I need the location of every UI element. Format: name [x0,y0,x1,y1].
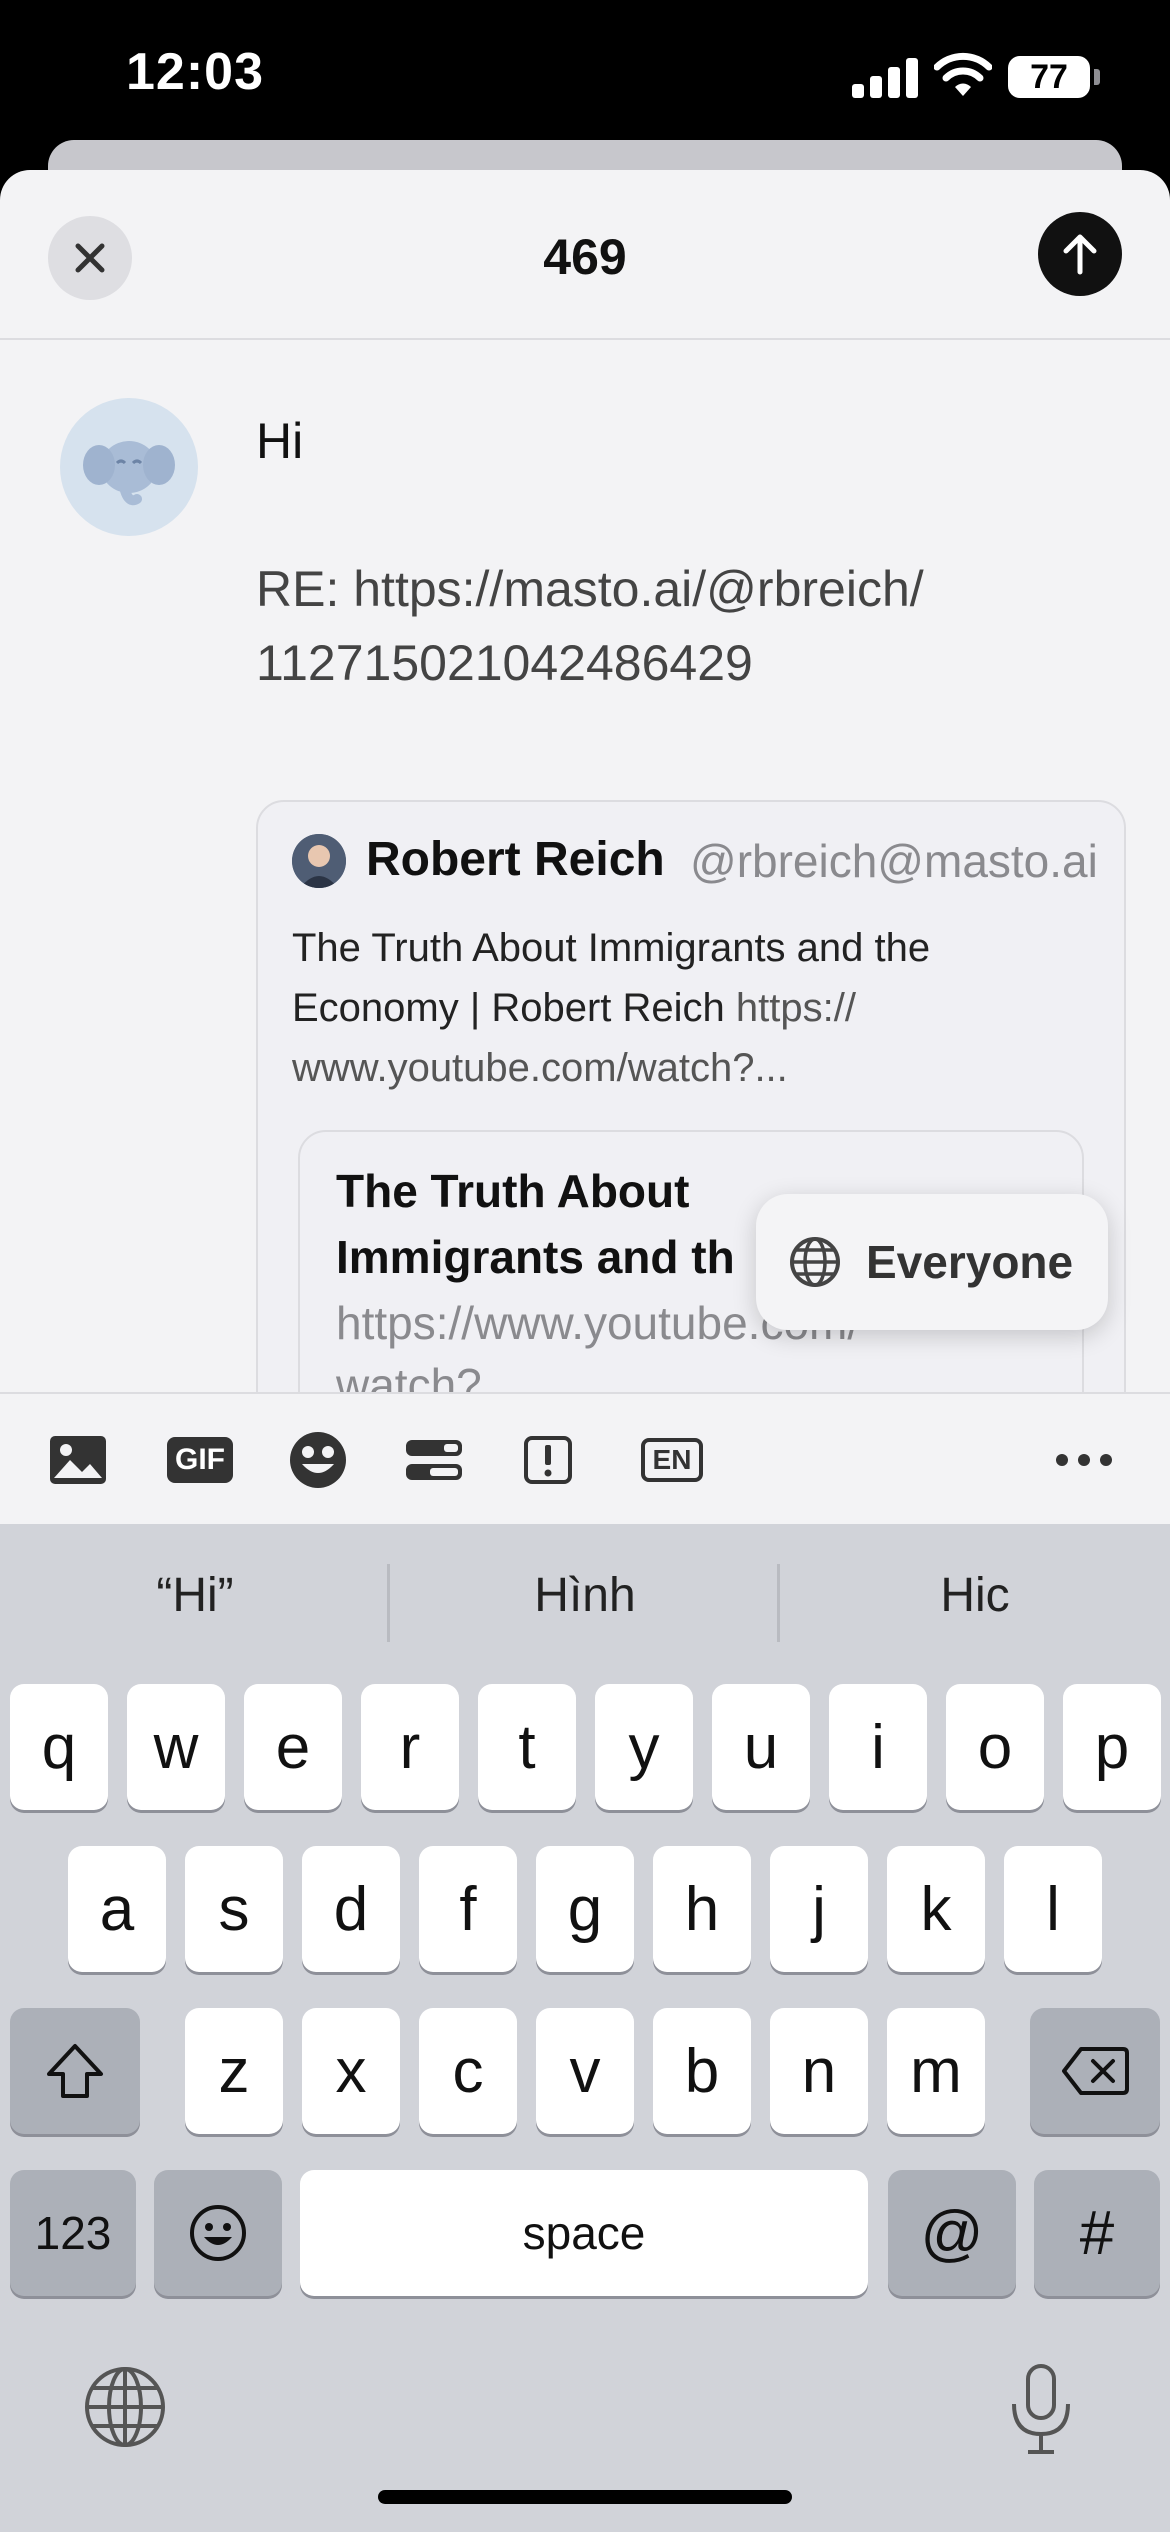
numbers-key[interactable]: 123 [10,2170,136,2296]
key-q[interactable]: q [10,1684,108,1810]
delete-key[interactable] [1030,2008,1160,2134]
key-z[interactable]: z [185,2008,283,2134]
at-key[interactable]: @ [888,2170,1016,2296]
add-media-button[interactable] [44,1428,112,1492]
compose-toolbar: GIF EN [0,1392,1170,1524]
character-count: 469 [543,229,627,285]
compose-line-greeting: Hi [256,413,304,469]
key-w[interactable]: w [127,1684,225,1810]
suggestion-item[interactable]: “Hi” [0,1568,390,1623]
key-k[interactable]: k [887,1846,985,1972]
quoted-link-line: www.youtube.com/watch?... [292,1046,788,1090]
compose-nav-bar: 469 [0,170,1170,340]
more-icon [1056,1454,1112,1466]
key-d[interactable]: d [302,1846,400,1972]
compose-text-area[interactable]: Hi RE: https://masto.ai/@rbreich/ 112715… [256,404,1116,700]
compose-line-reference-id: 112715021042486429 [256,635,753,691]
keyboard-language-button[interactable] [82,2364,172,2454]
emoji-keyboard-key[interactable] [154,2170,282,2296]
quoted-post-text: The Truth About Immigrants and the Econo… [292,918,1092,1098]
poll-button[interactable] [402,1428,466,1492]
emoji-keyboard-icon [190,2205,246,2261]
key-x[interactable]: x [302,2008,400,2134]
suggestion-item[interactable]: Hic [780,1568,1170,1623]
key-e[interactable]: e [244,1684,342,1810]
image-icon [50,1436,106,1484]
status-bar: 12:03 77 [0,0,1170,150]
globe-icon [790,1237,840,1287]
key-t[interactable]: t [478,1684,576,1810]
quoted-link-span: https:// [735,986,856,1030]
emoji-icon [290,1432,346,1488]
predictive-suggestions: “Hi” Hình Hic [0,1524,1170,1674]
wifi-icon [933,52,993,98]
quoted-text-span: Economy | Robert Reich [292,986,736,1030]
compose-line-reference: RE: https://masto.ai/@rbreich/ [256,561,924,617]
key-p[interactable]: p [1063,1684,1161,1810]
key-g[interactable]: g [536,1846,634,1972]
key-n[interactable]: n [770,2008,868,2134]
emoji-button[interactable] [284,1428,352,1492]
key-i[interactable]: i [829,1684,927,1810]
shift-key[interactable] [10,2008,140,2134]
home-indicator [378,2490,792,2504]
visibility-selector[interactable]: Everyone [756,1194,1108,1330]
backspace-icon [1062,2047,1129,2095]
key-c[interactable]: c [419,2008,517,2134]
language-icon: EN [640,1438,704,1482]
link-url-line: watch? [336,1359,482,1392]
gif-button[interactable]: GIF [160,1428,240,1492]
key-s[interactable]: s [185,1846,283,1972]
shift-icon [47,2044,103,2098]
key-v[interactable]: v [536,2008,634,2134]
quoted-text-line: Economy | Robert Reich https:// [292,978,1092,1038]
arrow-up-icon [1063,234,1097,275]
hash-key[interactable]: # [1034,2170,1160,2296]
space-key[interactable]: space [300,2170,868,2296]
mastodon-elephant-icon [83,441,175,506]
key-y[interactable]: y [595,1684,693,1810]
content-warning-icon [524,1436,572,1484]
quoted-text-line: The Truth About Immigrants and the [292,926,931,970]
post-button[interactable] [1038,212,1122,296]
key-u[interactable]: u [712,1684,810,1810]
key-a[interactable]: a [68,1846,166,1972]
language-button[interactable]: EN [636,1428,708,1492]
battery-indicator: 77 [1008,56,1100,98]
key-b[interactable]: b [653,2008,751,2134]
visibility-label: Everyone [866,1236,1074,1288]
user-avatar[interactable] [60,398,198,536]
more-options-button[interactable] [1052,1428,1116,1492]
key-f[interactable]: f [419,1846,517,1972]
poll-icon [406,1440,462,1480]
key-l[interactable]: l [1004,1846,1102,1972]
microphone-icon [1012,2364,1070,2454]
suggestion-item[interactable]: Hình [390,1568,780,1623]
quoted-author-avatar [292,834,346,888]
keyboard: “Hi” Hình Hic q w e r t y u i o p a s d … [0,1524,1170,2532]
quoted-author-name: Robert Reich [366,833,665,886]
cellular-signal-icon [852,56,918,98]
key-o[interactable]: o [946,1684,1044,1810]
dictation-button[interactable] [1006,2362,1076,2458]
gif-icon: GIF [167,1437,233,1483]
key-h[interactable]: h [653,1846,751,1972]
key-r[interactable]: r [361,1684,459,1810]
globe-icon [85,2367,165,2447]
key-m[interactable]: m [887,2008,985,2134]
quoted-author-handle: @rbreich@masto.ai [690,835,1098,887]
content-warning-button[interactable] [520,1428,576,1492]
status-time: 12:03 [126,43,264,101]
key-j[interactable]: j [770,1846,868,1972]
